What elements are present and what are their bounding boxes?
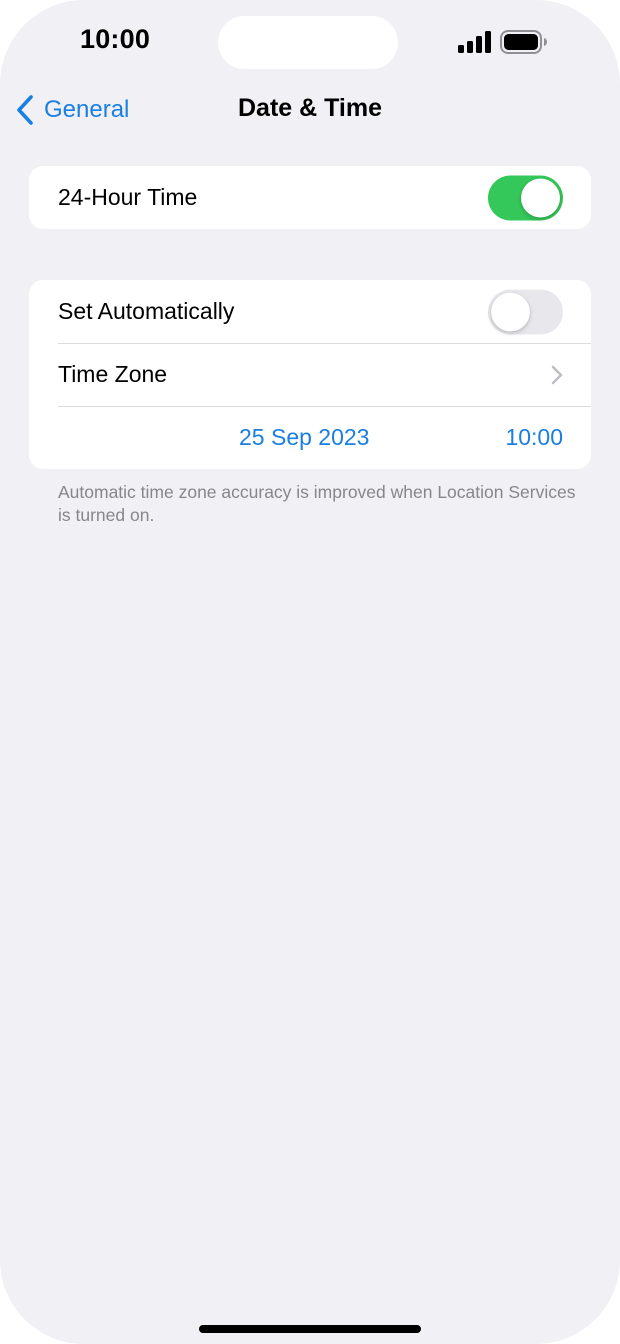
cellular-signal-icon [458, 31, 491, 53]
home-indicator[interactable] [199, 1325, 421, 1333]
chevron-right-icon [551, 365, 563, 384]
date-picker-button[interactable]: 25 Sep 2023 [239, 424, 369, 451]
status-bar-time: 10:00 [80, 24, 151, 54]
row-time-zone[interactable]: Time Zone [29, 343, 591, 406]
date-time-settings-group: Set Automatically Time Zone 25 Sep 2023 … [29, 280, 591, 469]
toggle-knob [521, 178, 560, 217]
toggle-knob [491, 292, 530, 331]
time-picker-button[interactable]: 10:00 [505, 424, 563, 451]
set-automatically-toggle[interactable] [488, 289, 563, 334]
footnote-text: Automatic time zone accuracy is improved… [58, 482, 576, 525]
page-title: Date & Time [237, 94, 383, 122]
dynamic-island [218, 16, 398, 69]
time-format-group: 24-Hour Time [29, 166, 591, 229]
row-set-automatically: Set Automatically [29, 280, 591, 343]
row-date-time: 25 Sep 2023 10:00 [29, 406, 591, 469]
row-24-hour-time: 24-Hour Time [29, 166, 591, 229]
battery-icon [500, 30, 547, 54]
row-label: Set Automatically [58, 298, 235, 324]
phone-screen: 10:00 General Date & Time 24-Hour Time S… [0, 0, 620, 1344]
row-label: Time Zone [58, 361, 168, 387]
row-label: 24-Hour Time [58, 184, 198, 210]
24-hour-time-toggle[interactable] [488, 175, 563, 220]
